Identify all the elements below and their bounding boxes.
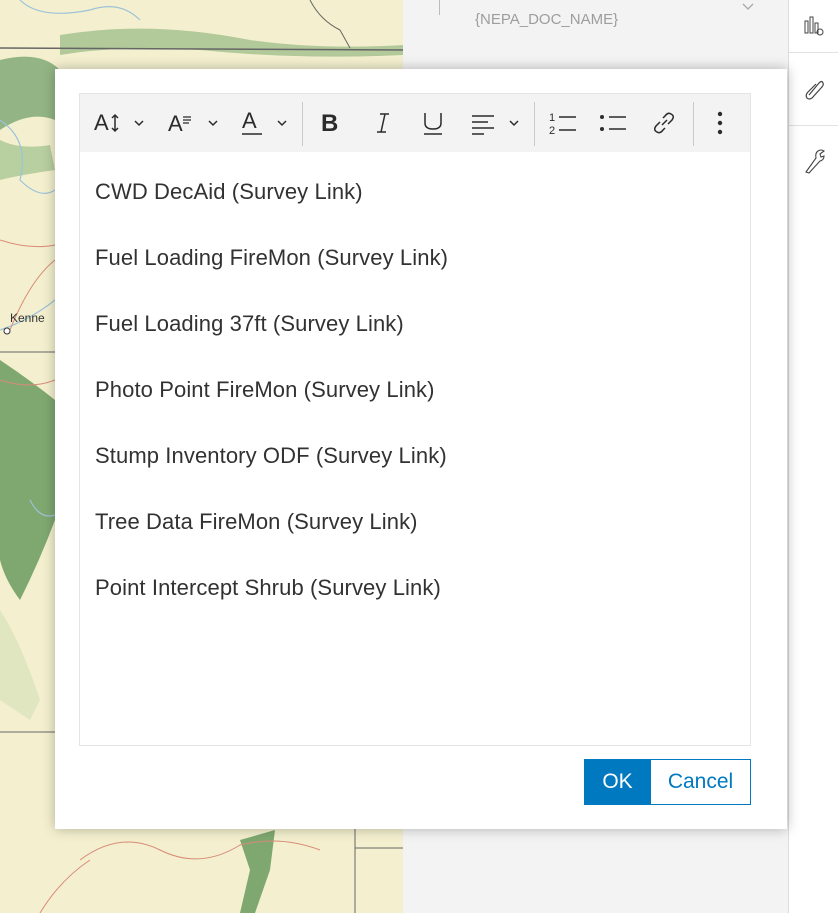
- toolbar-separator: [302, 102, 303, 146]
- content-line: Fuel Loading 37ft (Survey Link): [95, 311, 404, 336]
- content-line: Point Intercept Shrub (Survey Link): [95, 575, 441, 600]
- tool-rail: [788, 0, 838, 913]
- field-value: {NEPA_DOC_NAME}: [475, 11, 619, 28]
- content-line: CWD DecAid (Survey Link): [95, 179, 363, 204]
- svg-text:A: A: [94, 111, 109, 135]
- wrench-icon[interactable]: [789, 126, 838, 196]
- bold-icon[interactable]: B: [320, 94, 344, 152]
- rich-text-dialog: A A A B 1 2 CWD DecAid (Survey Link) Fue…: [55, 69, 787, 829]
- map-place-label: Kenne: [10, 311, 45, 325]
- content-line: Photo Point FireMon (Survey Link): [95, 377, 435, 402]
- svg-text:2: 2: [549, 125, 555, 136]
- rich-text-editor[interactable]: A A A B 1 2 CWD DecAid (Survey Link) Fue…: [79, 93, 751, 746]
- cancel-button[interactable]: Cancel: [650, 759, 751, 805]
- italic-icon[interactable]: [373, 94, 393, 152]
- chart-settings-icon[interactable]: [789, 0, 838, 53]
- svg-text:A: A: [168, 111, 183, 135]
- link-icon[interactable]: [651, 94, 677, 152]
- svg-text:A: A: [242, 109, 257, 133]
- content-line: Stump Inventory ODF (Survey Link): [95, 443, 447, 468]
- editor-toolbar: A A A B 1 2: [80, 94, 750, 152]
- font-family-icon[interactable]: A: [168, 94, 224, 152]
- more-icon[interactable]: [715, 94, 725, 152]
- numbered-list-icon[interactable]: 1 2: [549, 94, 577, 152]
- font-size-icon[interactable]: A: [94, 94, 150, 152]
- ok-button[interactable]: OK: [584, 759, 651, 805]
- paperclip-icon[interactable]: [789, 52, 838, 126]
- content-line: Fuel Loading FireMon (Survey Link): [95, 245, 449, 270]
- editor-content[interactable]: CWD DecAid (Survey Link) Fuel Loading Fi…: [95, 178, 735, 640]
- toolbar-separator: [534, 102, 535, 146]
- field-row[interactable]: {NEPA_DOC_NAME}: [403, 0, 788, 60]
- bulleted-list-icon[interactable]: [599, 94, 627, 152]
- underline-icon[interactable]: [421, 94, 445, 152]
- font-color-icon[interactable]: A: [242, 94, 298, 152]
- content-line: Tree Data FireMon (Survey Link): [95, 509, 418, 534]
- svg-text:B: B: [321, 111, 338, 135]
- field-indent-line: [439, 0, 440, 15]
- align-icon[interactable]: [470, 94, 526, 152]
- svg-text:1: 1: [549, 112, 555, 124]
- toolbar-separator: [693, 102, 694, 146]
- chevron-down-icon[interactable]: [741, 0, 755, 19]
